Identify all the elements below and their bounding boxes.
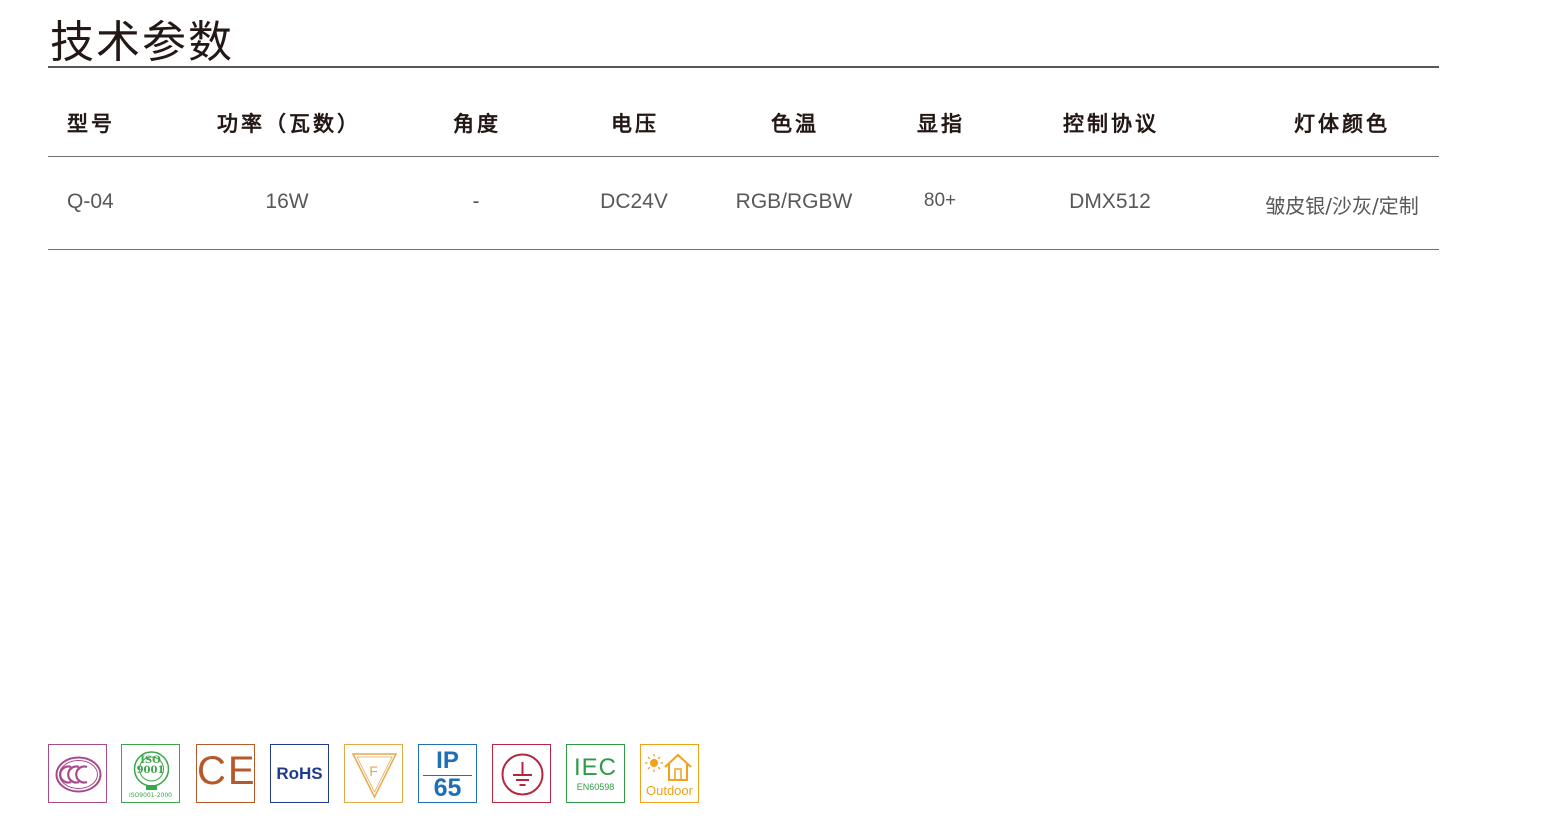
iec-badge: IEC EN60598 <box>566 744 625 803</box>
iec-icon: IEC <box>573 754 617 781</box>
header-power: 功率（瓦数） <box>217 112 361 136</box>
rohs-badge: RoHS <box>270 744 329 803</box>
outdoor-text: Outdoor <box>646 783 693 798</box>
header-angle: 角度 <box>453 112 501 136</box>
cell-color-temp: RGB/RGBW <box>735 190 853 213</box>
ccc-badge <box>48 744 107 803</box>
title-underline <box>48 66 1439 68</box>
cell-voltage: DC24V <box>600 190 668 213</box>
cell-body-color: 皱皮银/沙灰/定制 <box>1265 194 1419 218</box>
iec-standard-text: EN60598 <box>576 782 615 792</box>
ce-mark-icon: CE <box>197 749 257 793</box>
header-model: 型号 <box>67 112 115 136</box>
header-voltage: 电压 <box>611 112 659 136</box>
header-cri: 显指 <box>917 112 965 136</box>
f-mark-text: F <box>369 763 378 779</box>
table-bottom-rule <box>48 249 1439 250</box>
cell-model: Q-04 <box>67 190 114 213</box>
cell-control-protocol: DMX512 <box>1069 190 1151 213</box>
outdoor-badge: Outdoor <box>640 744 699 803</box>
header-color-temp: 色温 <box>771 112 819 136</box>
ground-badge <box>492 744 551 803</box>
header-control-protocol: 控制协议 <box>1063 112 1159 136</box>
cell-cri: 80+ <box>923 190 957 211</box>
ip65-icon: IP <box>436 747 459 774</box>
iso9001-badge: ISO 9001 ISO9001-2000 <box>121 744 180 803</box>
f-mark-badge: F <box>344 744 403 803</box>
ground-symbol-icon <box>501 753 544 796</box>
iso-bottom-text: ISO9001-2000 <box>128 792 172 799</box>
header-divider <box>48 156 1439 157</box>
iso-mid-text: 9001 <box>136 765 165 776</box>
ip65-rating-text: 65 <box>433 774 462 802</box>
ccc-mark-icon <box>55 756 102 793</box>
page-title: 技术参数 <box>50 17 234 68</box>
cell-angle: - <box>472 190 480 213</box>
ip65-badge: IP 65 <box>418 744 477 803</box>
rohs-icon: RoHS <box>276 764 323 783</box>
ce-badge: CE <box>196 744 255 803</box>
cell-power: 16W <box>265 190 309 213</box>
header-body-color: 灯体颜色 <box>1294 112 1390 136</box>
